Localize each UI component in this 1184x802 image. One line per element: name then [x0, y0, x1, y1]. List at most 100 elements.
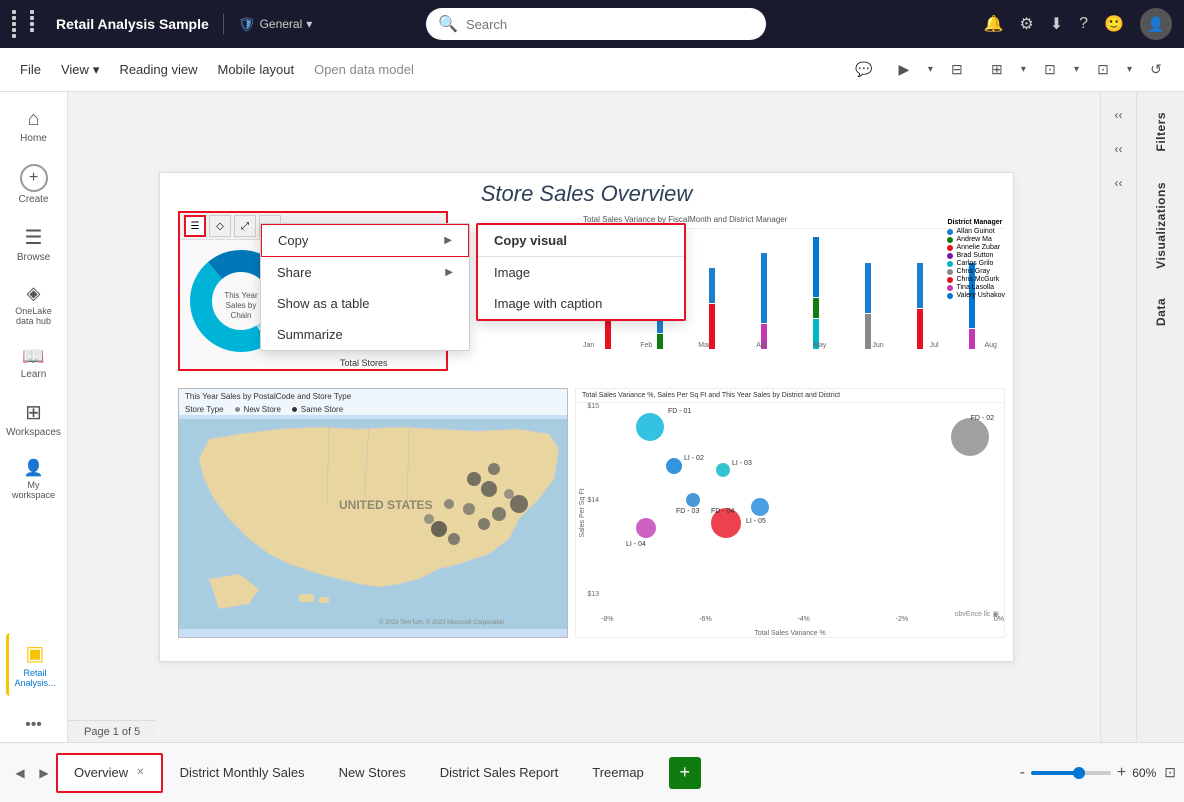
search-input[interactable]	[466, 17, 754, 32]
svg-text:UNITED STATES: UNITED STATES	[339, 498, 433, 512]
report-title: Store Sales Overview	[481, 181, 693, 206]
view-menu-btn[interactable]: View ▾	[53, 58, 107, 82]
collapse-viz-btn[interactable]: ‹‹	[1104, 134, 1134, 164]
zoom-slider: - + 60%	[1020, 764, 1157, 782]
add-page-btn[interactable]: +	[669, 757, 701, 789]
scatter-chart-content: $15 $14 $13 -8% -6% -4% -2% 0%	[576, 403, 1004, 623]
open-data-model-btn[interactable]: Open data model	[306, 58, 422, 81]
context-menu: Copy ▶ Share ▶ Show as a table Summarize	[260, 223, 470, 351]
tab-next-btn[interactable]: ▶	[32, 761, 56, 785]
page-count: Page 1 of 5	[84, 726, 140, 738]
comment-icon[interactable]: 💬	[848, 54, 880, 86]
zoom-track[interactable]	[1031, 771, 1111, 775]
tab-overview[interactable]: Overview ✕	[56, 753, 163, 793]
zoom-minus-btn[interactable]: -	[1020, 764, 1025, 782]
total-stores-label: Total Stores	[340, 358, 388, 368]
filters-label[interactable]: Filters	[1154, 112, 1168, 152]
tab-new-stores[interactable]: New Stores	[322, 753, 423, 793]
download-icon[interactable]: ⬇	[1050, 14, 1063, 34]
ctx-show-table-item[interactable]: Show as a table	[261, 288, 469, 319]
home-icon: ⌂	[27, 108, 39, 131]
shield-icon: 🛡	[238, 16, 256, 33]
file-menu-btn[interactable]: File	[12, 58, 49, 81]
top-bar: Retail Analysis Sample 🛡 General ▾ 🔍 🔔 ⚙…	[0, 0, 1184, 48]
sidebar-item-retail[interactable]: ▣ Retail Analysis...	[6, 633, 62, 696]
visual-expand-btn[interactable]: ⤢	[234, 215, 256, 237]
visual-grid-icon[interactable]: ⊞	[981, 54, 1013, 86]
sidebar-item-workspaces[interactable]: ⊞ Workspaces	[6, 392, 62, 446]
settings-icon[interactable]: ⚙	[1019, 14, 1033, 34]
scatter-dot-fd01	[636, 413, 664, 441]
status-bar: Page 1 of 5	[68, 720, 156, 742]
table-view-icon[interactable]: ⊟	[941, 54, 973, 86]
collapse-filters-btn[interactable]: ‹‹	[1104, 100, 1134, 130]
help-icon[interactable]: ?	[1079, 15, 1088, 33]
report-title-area: Store Sales Overview	[160, 173, 1013, 211]
ctx-share-item[interactable]: Share ▶	[261, 257, 469, 288]
notification-icon[interactable]: 🔔	[984, 14, 1004, 34]
toolbar: File View ▾ Reading view Mobile layout O…	[0, 48, 1184, 92]
browse-icon: ☰	[25, 225, 43, 250]
tab-treemap[interactable]: Treemap	[575, 753, 661, 793]
mobile-layout-btn[interactable]: Mobile layout	[209, 58, 302, 81]
sidebar-item-home[interactable]: ⌂ Home	[6, 100, 62, 152]
map-legend: Store Type New Store Same Store	[179, 404, 567, 415]
sensitivity-badge[interactable]: 🛡 General ▾	[238, 16, 313, 33]
sidebar-item-learn[interactable]: 📖 Learn	[6, 338, 62, 388]
scatter-dot-fd02	[951, 418, 989, 456]
reading-view-btn[interactable]: Reading view	[111, 58, 205, 81]
zoom-thumb[interactable]	[1073, 767, 1085, 779]
collapse-data-btn[interactable]: ‹‹	[1104, 168, 1134, 198]
data-label[interactable]: Data	[1154, 298, 1168, 326]
bottom-right: - + 60% ⊡	[1020, 764, 1176, 782]
badge-chevron: ▾	[306, 17, 312, 31]
visual-focus-btn[interactable]: ◇	[209, 215, 231, 237]
scatter-chart-visual: Total Sales Variance %, Sales Per Sq Ft …	[575, 388, 1005, 638]
refresh-icon[interactable]: ↺	[1140, 54, 1172, 86]
tab-district-sales[interactable]: District Sales Report	[423, 753, 575, 793]
tab-close-icon[interactable]: ✕	[136, 767, 144, 778]
sidebar: ⌂ Home + Create ☰ Browse ◈ OneLake data …	[0, 92, 68, 742]
right-panel-labels: Filters Visualizations Data	[1136, 92, 1184, 742]
search-box[interactable]: 🔍	[426, 8, 766, 40]
top-divider	[223, 14, 224, 34]
zoom-plus-btn[interactable]: +	[1117, 764, 1126, 782]
layout-icon[interactable]: ⊡	[1034, 54, 1066, 86]
zoom-fill	[1031, 771, 1079, 775]
tab-prev-btn[interactable]: ◀	[8, 761, 32, 785]
ctx-copy-item[interactable]: Copy ▶	[261, 224, 469, 257]
visual-menu-btn[interactable]: ☰	[184, 215, 206, 237]
avatar[interactable]: 👤	[1140, 8, 1172, 40]
bottom-tabs: ◀ ▶ Overview ✕ District Monthly Sales Ne…	[0, 742, 1184, 802]
ctx-summarize-item[interactable]: Summarize	[261, 319, 469, 350]
bar-chart-legend: District Manager Allan Guinot Andrew Ma …	[947, 219, 1005, 299]
sidebar-item-onelake[interactable]: ◈ OneLake data hub	[6, 275, 62, 334]
ctx-image-item[interactable]: Image	[478, 257, 684, 288]
fit-page-icon[interactable]: ⊡	[1164, 764, 1176, 781]
share-arrow: ▶	[445, 267, 453, 278]
svg-text:This Year: This Year	[224, 291, 258, 300]
svg-text:Chain: Chain	[231, 311, 252, 320]
zoom-value: 60%	[1132, 766, 1156, 780]
sidebar-item-browse[interactable]: ☰ Browse	[6, 217, 62, 271]
sidebar-item-create[interactable]: + Create	[6, 156, 62, 213]
visualizations-label[interactable]: Visualizations	[1154, 182, 1168, 269]
app-grid-icon[interactable]	[12, 10, 46, 38]
workspaces-icon: ⊞	[25, 400, 42, 425]
toolbar-right: 💬 ▶ ▾ ⊟ ⊞ ▾ ⊡ ▾ ⊡ ▾ ↺	[848, 54, 1172, 86]
create-icon: +	[20, 164, 48, 192]
present-icon[interactable]: ▶	[888, 54, 920, 86]
feedback-icon[interactable]: 🙂	[1104, 14, 1124, 34]
main-area: ⌂ Home + Create ☰ Browse ◈ OneLake data …	[0, 92, 1184, 742]
ctx-image-caption-item[interactable]: Image with caption	[478, 288, 684, 319]
canvas-area: Store Sales Overview ☰ ◇ ⤢ •••	[68, 92, 1100, 742]
sidebar-item-more[interactable]: •••	[6, 708, 62, 742]
report-canvas: Store Sales Overview ☰ ◇ ⤢ •••	[149, 172, 1019, 662]
copy-arrow: ▶	[444, 235, 452, 246]
tab-district-monthly[interactable]: District Monthly Sales	[163, 753, 322, 793]
top-icons: 🔔 ⚙ ⬇ ? 🙂 👤	[984, 8, 1173, 40]
badge-label: General	[260, 17, 303, 31]
fit-icon[interactable]: ⊡	[1087, 54, 1119, 86]
sidebar-item-my-workspace[interactable]: 👤 My workspace	[6, 450, 62, 508]
panel-collapse-area: ‹‹ ‹‹ ‹‹	[1100, 92, 1136, 742]
